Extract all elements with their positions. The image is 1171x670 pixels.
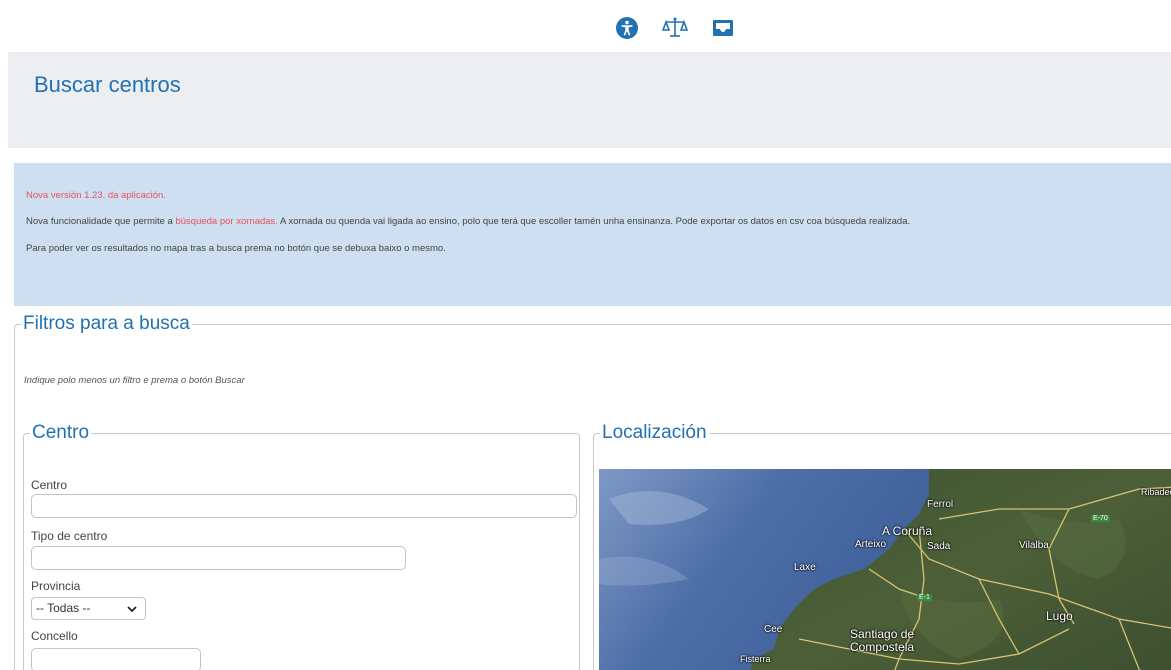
map-label-ribadeo: Ribadeo [1141, 487, 1171, 497]
map-label-santiago-line1: Santiago de [850, 627, 915, 641]
info-notice: Nova versión 1.23. da aplicación. Nova f… [14, 163, 1171, 306]
centro-label: Centro [31, 478, 68, 492]
map-label-ferrol: Ferrol [927, 499, 954, 510]
map-label-fisterra: Fisterra [740, 654, 771, 664]
provincia-select[interactable]: -- Todas -- [31, 597, 146, 620]
filters-title: Filtros para a busca [21, 310, 192, 338]
map-label-lugo: Lugo [1046, 609, 1073, 623]
map-label-arteixo: Arteixo [855, 539, 887, 550]
legal-scale-icon[interactable] [661, 14, 689, 42]
centro-input[interactable] [31, 494, 577, 518]
map-label-coruna: A Coruña [882, 524, 933, 538]
map-label-vilalba: Vilalba [1019, 540, 1049, 551]
chevron-down-icon [127, 599, 137, 627]
feature-notice-prefix: Nova funcionalidade que permite a [26, 216, 176, 227]
page-title: Buscar centros [34, 72, 181, 97]
feature-notice-suffix: A xornada ou quenda vai ligada ao ensino… [277, 216, 911, 227]
concello-label: Concello [31, 629, 78, 643]
provincia-label: Provincia [31, 579, 81, 593]
localizacion-fieldset: Localización Ferrol A Coruña Arteixo Sad… [593, 419, 1171, 670]
map-notice: Para poder ver os resultados no mapa tra… [26, 243, 446, 254]
accessibility-icon[interactable] [613, 14, 641, 42]
map-label-cee: Cee [764, 624, 783, 635]
localizacion-title: Localización [600, 419, 709, 447]
feature-notice: Nova funcionalidade que permite a búsque… [26, 216, 910, 227]
filters-hint: Indique polo menos un filtro e prema o b… [24, 375, 245, 386]
top-icon-bar [613, 14, 737, 42]
provincia-selected-value: -- Todas -- [36, 601, 91, 615]
map-label-laxe: Laxe [794, 562, 816, 573]
centro-title: Centro [30, 419, 92, 447]
page-header: Buscar centros [8, 52, 1171, 148]
road-sign-e70: E-70 [1091, 515, 1110, 522]
tipo-centro-label: Tipo de centro [31, 529, 108, 543]
map-label-sada: Sada [927, 541, 951, 552]
xornadas-link[interactable]: búsqueda por xornadas. [175, 216, 277, 227]
map-view[interactable]: Ferrol A Coruña Arteixo Sada Vilalba Lax… [599, 469, 1171, 670]
map-label-santiago-line2: Compostela [850, 640, 915, 654]
tipo-centro-input[interactable] [31, 546, 406, 570]
concello-input[interactable] [31, 648, 201, 670]
centro-fieldset: Centro Centro Tipo de centro Provincia -… [23, 419, 580, 670]
inbox-icon[interactable] [709, 14, 737, 42]
road-sign-e1: E-1 [917, 594, 932, 601]
version-notice: Nova versión 1.23. da aplicación. [26, 190, 166, 201]
filters-fieldset: Filtros para a busca Indique polo menos … [14, 310, 1171, 670]
